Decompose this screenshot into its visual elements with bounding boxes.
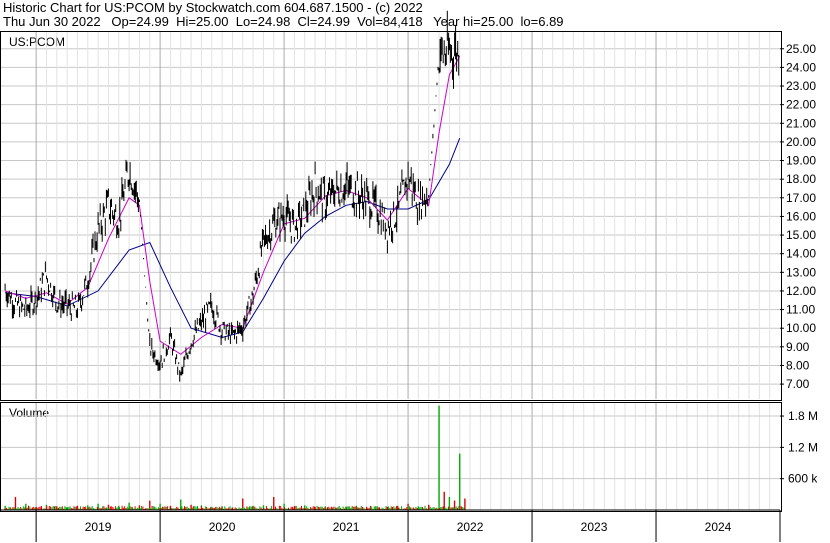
x-axis-year-label: 2021 — [333, 520, 360, 534]
x-axis-year-label: 2020 — [209, 520, 236, 534]
volume-tick-label: 1.2 M — [788, 440, 818, 454]
stock-chart-svg: 25.00 24.00 23.00 22.00 21.00 20.00 19.00 18.00… — [1, 10, 818, 542]
price-tick-label: 18.00 — [786, 172, 816, 186]
x-axis-year-label: 2019 — [85, 520, 112, 534]
price-series — [4, 10, 460, 382]
volume-tick-label: 600 k — [788, 472, 818, 486]
x-axis-year-label: 2024 — [705, 520, 732, 534]
price-tick-label: 8.00 — [786, 358, 810, 372]
volume-tick-label: 1.8 M — [788, 409, 818, 423]
price-tick-label: 19.00 — [786, 154, 816, 168]
price-tick-label: 20.00 — [786, 135, 816, 149]
price-tick-label: 24.00 — [786, 60, 816, 74]
price-tick-label: 22.00 — [786, 98, 816, 112]
price-tick-label: 9.00 — [786, 340, 810, 354]
price-tick-label: 12.00 — [786, 284, 816, 298]
price-tick-label: 7.00 — [786, 377, 810, 391]
price-tick-label: 11.00 — [786, 303, 815, 317]
price-tick-label: 10.00 — [786, 321, 816, 335]
price-tick-label: 23.00 — [786, 79, 816, 93]
price-tick-label: 14.00 — [786, 247, 816, 261]
price-tick-label: 16.00 — [786, 209, 816, 223]
volume-bars-dense-down — [4, 505, 462, 510]
x-axis-year-label: 2022 — [457, 520, 484, 534]
x-axis-year-label: 2023 — [581, 520, 608, 534]
price-tick-label: 17.00 — [786, 191, 816, 205]
price-tick-label: 25.00 — [786, 42, 816, 56]
price-tick-label: 21.00 — [786, 116, 816, 130]
price-tick-label: 13.00 — [786, 265, 816, 279]
price-tick-label: 15.00 — [786, 228, 816, 242]
